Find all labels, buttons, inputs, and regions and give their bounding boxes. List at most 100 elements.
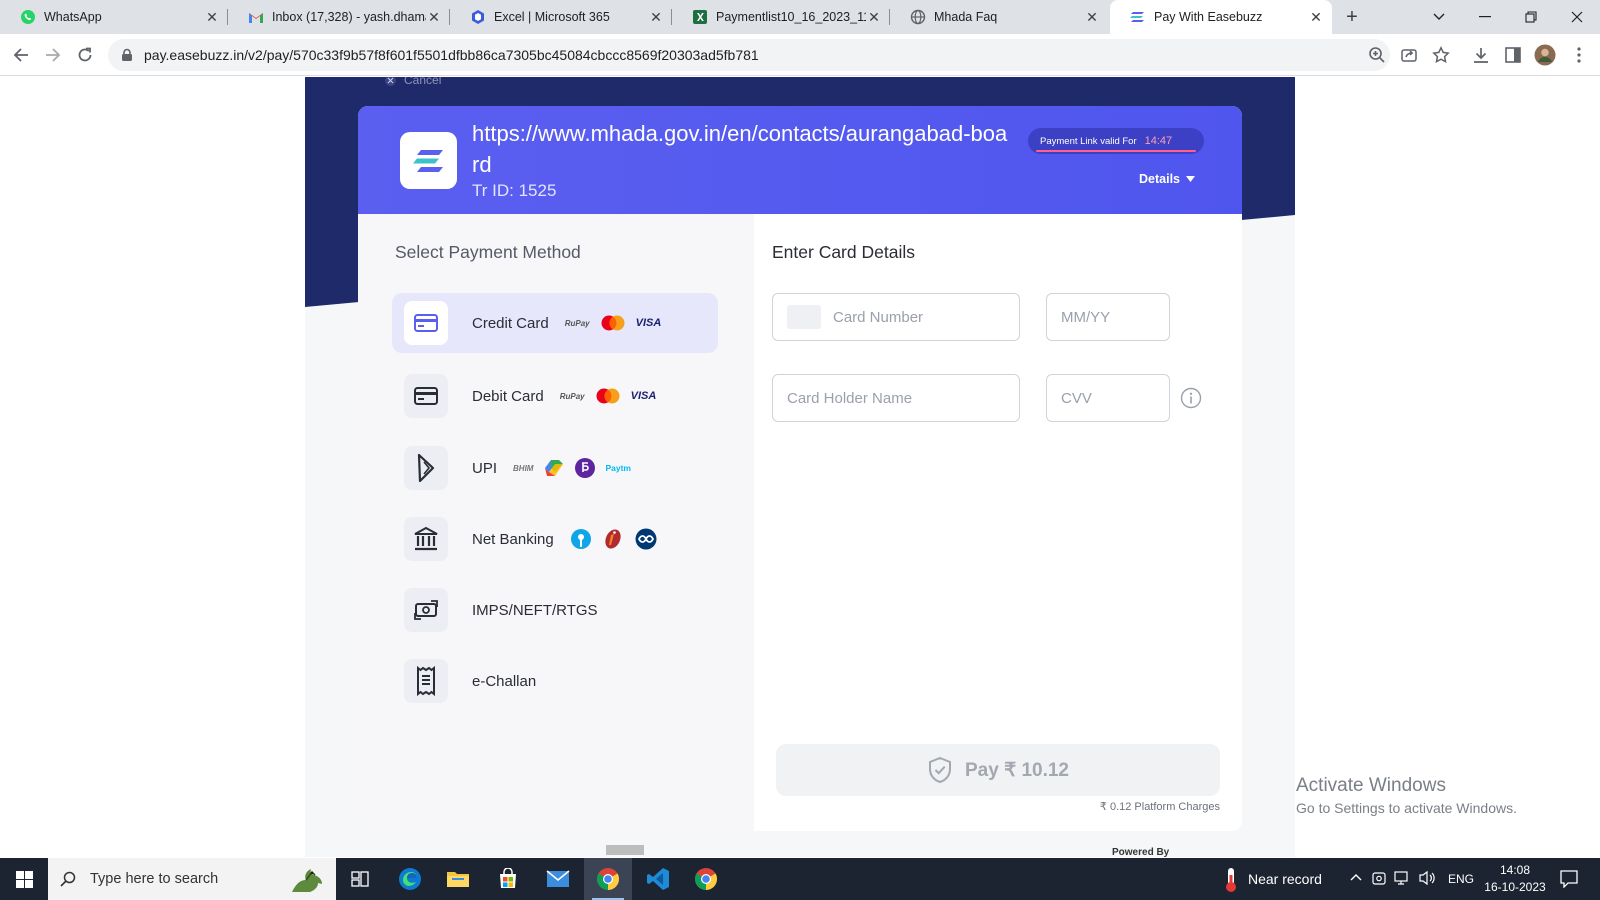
zoom-icon[interactable] [1366,44,1388,66]
link-validity-timer: Payment Link valid For 14:47 [1028,128,1204,154]
volume-icon[interactable] [1418,870,1436,886]
taskbar-chrome-active[interactable] [584,858,632,900]
tab-close-icon[interactable]: ✕ [1308,9,1324,26]
payment-header: https://www.mhada.gov.in/en/contacts/aur… [358,106,1242,214]
method-net-banking[interactable]: Net Banking [392,509,718,569]
phonepe-logo [575,458,596,478]
taskbar-edge[interactable] [386,858,434,900]
tab-close-icon[interactable]: ✕ [1084,9,1100,26]
cancel-label: Cancel [404,77,442,87]
download-icon[interactable] [1470,44,1492,66]
tab-paymentlist[interactable]: Paymentlist10_16_2023_11_5 ✕ [672,0,890,34]
reload-icon [78,47,92,62]
horizontal-scroll-thumb[interactable] [606,845,644,855]
new-tab-button[interactable]: + [1340,5,1364,29]
pay-button[interactable]: Pay ₹ 10.12 [776,744,1220,796]
microsoft365-icon [470,9,486,25]
tab-title: Paymentlist10_16_2023_11_5 [716,10,866,24]
address-bar[interactable]: pay.easebuzz.in/v2/pay/570c33f9b57f8f601… [108,39,1390,71]
cvv-info-icon[interactable] [1180,387,1202,409]
dragon-search-highlight-icon [292,869,322,892]
tab-excel-365[interactable]: Excel | Microsoft 365 ✕ [450,0,672,34]
search-placeholder: Type here to search [90,871,219,887]
rupay-logo: RuPay [564,318,590,328]
mastercard-logo [601,315,625,331]
card-details-form: Enter Card Details Card Number MM/YY Car… [754,214,1242,831]
vscode-icon [647,868,669,890]
card-holder-name-input[interactable]: Card Holder Name [772,374,1020,422]
transfer-icon [404,588,448,632]
caret-down-icon [1186,176,1195,182]
share-icon[interactable] [1398,44,1420,66]
bank-brands [570,528,658,550]
pay-button-label: Pay ₹ 10.12 [965,759,1069,781]
notification-center-icon[interactable] [1560,870,1578,888]
chevron-up-icon[interactable] [1350,873,1362,881]
task-view-icon [351,871,369,887]
method-imps-neft-rtgs[interactable]: IMPS/NEFT/RTGS [392,580,718,640]
back-button[interactable] [9,43,33,67]
payment-card: https://www.mhada.gov.in/en/contacts/aur… [358,106,1242,831]
minimize-button[interactable] [1462,0,1508,34]
tab-whatsapp[interactable]: WhatsApp ✕ [0,0,228,34]
language-indicator[interactable]: ENG [1448,872,1474,886]
cancel-button[interactable]: Cancel [385,77,441,87]
tab-close-icon[interactable]: ✕ [866,9,882,26]
validity-time: 14:47 [1144,135,1173,147]
method-credit-card[interactable]: Credit Card RuPay VISA [392,293,718,353]
method-upi[interactable]: UPI BHIM Paytm [392,438,718,498]
reload-button[interactable] [73,43,97,67]
task-view-button[interactable] [336,858,384,900]
edge-icon [399,868,421,890]
card-number-input[interactable]: Card Number [772,293,1020,341]
card-brands: RuPay VISA [560,388,656,404]
forward-button[interactable] [41,43,65,67]
taskbar-mail[interactable] [534,858,582,900]
validity-progress-bar [1036,150,1196,152]
debit-card-icon [404,374,448,418]
tab-gmail[interactable]: Inbox (17,328) - yash.dhamane ✕ [228,0,450,34]
weather-text[interactable]: Near record [1248,871,1322,887]
payment-method-list: Select Payment Method Credit Card RuPay … [358,214,754,831]
expiry-input[interactable]: MM/YY [1046,293,1170,341]
tab-close-icon[interactable]: ✕ [648,9,664,26]
windows-logo-icon [15,870,33,888]
profile-avatar[interactable] [1534,44,1556,66]
taskbar-chrome[interactable] [682,858,730,900]
whatsapp-icon [20,9,36,25]
side-panel-icon[interactable] [1502,44,1524,66]
tab-close-icon[interactable]: ✕ [204,9,220,26]
method-debit-card[interactable]: Debit Card RuPay VISA [392,366,718,426]
more-menu-icon[interactable] [1568,44,1590,66]
kotak-logo [635,528,657,550]
details-toggle[interactable]: Details [1139,172,1195,186]
thermometer-icon[interactable] [1224,867,1238,893]
tab-title: Pay With Easebuzz [1154,10,1263,24]
taskbar-search-box[interactable]: Type here to search [48,858,336,900]
meet-now-icon[interactable] [1372,870,1386,886]
upi-brands: BHIM Paytm [513,458,631,478]
tab-easebuzz[interactable]: Pay With Easebuzz ✕ [1110,0,1332,34]
start-button[interactable] [0,858,48,900]
browser-tab-strip: WhatsApp ✕ Inbox (17,328) - yash.dhamane… [0,0,1600,34]
close-window-button[interactable] [1554,0,1600,34]
cvv-input[interactable]: CVV [1046,374,1170,422]
holder-placeholder: Card Holder Name [787,389,913,407]
taskbar-file-explorer[interactable] [434,858,482,900]
clock-time: 14:08 [1499,863,1531,877]
method-e-challan[interactable]: e-Challan [392,651,718,711]
network-icon[interactable] [1394,871,1412,885]
minimize-icon [1479,16,1491,18]
expiry-placeholder: MM/YY [1061,308,1111,326]
method-label: Credit Card [472,314,549,332]
credit-card-icon [404,301,448,345]
tab-close-icon[interactable]: ✕ [426,9,442,26]
tab-search-button[interactable] [1416,0,1462,34]
validity-label: Payment Link valid For [1040,135,1137,147]
taskbar-store[interactable] [484,858,532,900]
taskbar-vscode[interactable] [634,858,682,900]
bookmark-star-icon[interactable] [1430,44,1452,66]
tab-mhada-faq[interactable]: Mhada Faq ✕ [890,0,1108,34]
restore-button[interactable] [1508,0,1554,34]
clock[interactable]: 14:08 16-10-2023 [1480,863,1550,894]
